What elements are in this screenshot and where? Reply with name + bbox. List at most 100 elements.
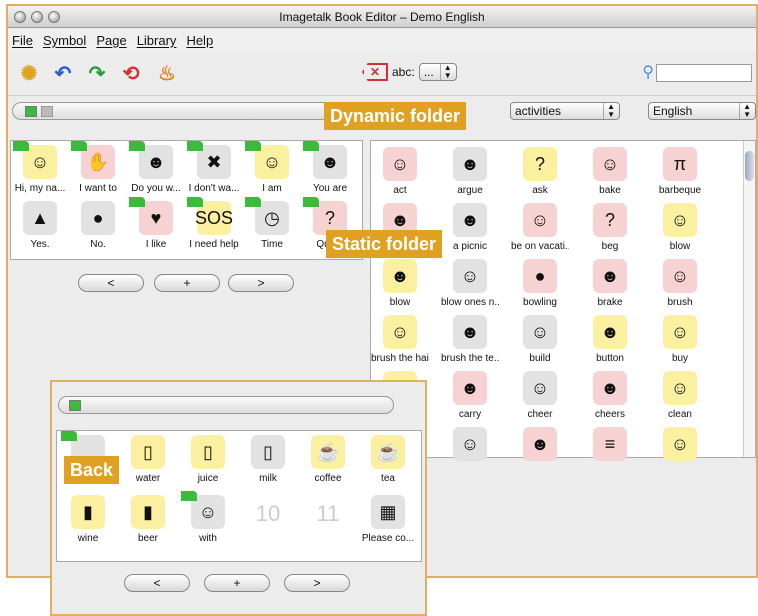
symbol-picture-icon: ☻	[593, 371, 627, 405]
symbol-cell[interactable]: ☻ blow	[371, 257, 429, 313]
symbol-cell[interactable]: ☻ carry	[441, 369, 499, 425]
prev-page-button[interactable]: <	[78, 274, 144, 292]
category-value: activities	[515, 104, 562, 118]
symbol-picture-icon: ☻	[453, 371, 487, 405]
symbol-cell[interactable]: ● bowling	[511, 257, 569, 313]
clear-text-icon[interactable]: ✕	[362, 63, 388, 81]
symbol-picture-icon: ◷	[245, 197, 289, 235]
symbol-cell[interactable]: ▯ juice	[179, 433, 237, 489]
symbol-cell[interactable]: ☺ I am	[243, 141, 301, 199]
symbol-cell[interactable]: ● No.	[69, 199, 127, 255]
symbol-cell[interactable]: ☺ brush	[651, 257, 709, 313]
popup-add-button[interactable]: +	[204, 574, 270, 592]
page-indicator-active[interactable]	[25, 106, 37, 117]
page-indicator-active[interactable]	[69, 400, 81, 411]
updown-arrows-icon: ▲ ▼	[439, 64, 452, 80]
symbol-label: cheers	[594, 409, 625, 420]
abc-select[interactable]: ... ▲ ▼	[418, 63, 457, 81]
symbol-cell[interactable]: ▯ milk	[239, 433, 297, 489]
symbol-label: Please co...	[361, 533, 415, 544]
symbol-picture-icon: ☺	[13, 141, 57, 179]
language-select[interactable]: English ▲ ▼	[648, 102, 756, 120]
dynamic-folder-callout: Dynamic folder	[324, 102, 467, 130]
symbol-cell[interactable]: ☺ clean	[651, 369, 709, 425]
symbol-cell[interactable]: ☺ Hi, my na...	[11, 141, 69, 199]
symbol-cell[interactable]: ? beg	[581, 201, 639, 257]
close-window-button[interactable]	[14, 11, 26, 23]
symbol-cell[interactable]: ☺ cheer	[511, 369, 569, 425]
next-page-button[interactable]: >	[228, 274, 294, 292]
symbol-cell[interactable]: ▮ wine	[59, 493, 117, 549]
symbol-cell[interactable]: ☻ argue	[441, 145, 499, 201]
menu-help[interactable]: Help	[186, 33, 213, 48]
symbol-cell[interactable]: ☻ cheers	[581, 369, 639, 425]
page-progress-bar[interactable]	[12, 102, 332, 120]
symbol-cell[interactable]: ☕ coffee	[299, 433, 357, 489]
symbol-cell[interactable]: ☻ button	[581, 313, 639, 369]
menu-library[interactable]: Library	[137, 33, 177, 48]
popup-next-button[interactable]: >	[284, 574, 350, 592]
search-icon: ⚲	[642, 64, 654, 81]
menu-page[interactable]: Page	[96, 33, 126, 48]
symbol-cell[interactable]: 11	[299, 493, 357, 549]
symbol-cell[interactable]: ▦ Please co...	[359, 493, 417, 549]
symbol-cell[interactable]: ✖ I don't wa...	[185, 141, 243, 199]
undo-icon[interactable]: ↶	[50, 60, 76, 86]
symbol-cell[interactable]: ☻ brake	[581, 257, 639, 313]
menu-file[interactable]: File	[12, 33, 33, 48]
scrollbar-thumb[interactable]	[745, 151, 754, 181]
symbol-cell[interactable]: ☻ Do you w...	[127, 141, 185, 199]
symbol-cell[interactable]: ♥ I like	[127, 197, 185, 255]
symbol-label: ask	[532, 185, 548, 196]
window-title: Imagetalk Book Editor – Demo English	[279, 10, 485, 24]
symbol-cell[interactable]: ▲ Yes.	[11, 199, 69, 255]
symbol-cell[interactable]: ✋ I want to	[69, 141, 127, 199]
zoom-window-button[interactable]	[48, 11, 60, 23]
library-scrollbar[interactable]	[743, 141, 755, 457]
symbol-cell[interactable]: ☺ be on vacati...	[511, 201, 569, 257]
symbol-cell[interactable]: ☕ tea	[359, 433, 417, 489]
redo-icon[interactable]: ↷	[84, 60, 110, 86]
symbol-cell[interactable]: ☺	[651, 425, 709, 481]
symbol-cell[interactable]: ≡	[581, 425, 639, 481]
page-indicator[interactable]	[41, 106, 53, 117]
symbol-cell[interactable]: ☺	[441, 425, 499, 481]
lightbulb-icon[interactable]: ✺	[16, 60, 42, 86]
symbol-picture-icon: ☺	[523, 315, 557, 349]
symbol-cell[interactable]: SOS I need help	[185, 197, 243, 255]
symbol-cell[interactable]: ☻ brush the te...	[441, 313, 499, 369]
symbol-cell[interactable]: 10	[239, 493, 297, 549]
minimize-window-button[interactable]	[31, 11, 43, 23]
symbol-cell[interactable]: ☺ bake	[581, 145, 639, 201]
category-select[interactable]: activities ▲ ▼	[510, 102, 620, 120]
symbol-picture-icon: ☻	[453, 147, 487, 181]
reload-icon[interactable]: ⟲	[118, 60, 144, 86]
symbol-cell[interactable]: ? ask	[511, 145, 569, 201]
symbol-cell[interactable]: ☺ blow ones n...	[441, 257, 499, 313]
symbol-picture-icon: ☻	[523, 427, 557, 461]
symbol-cell[interactable]: ☺ act	[371, 145, 429, 201]
symbol-cell[interactable]: ◷ Time	[243, 197, 301, 255]
steam-icon[interactable]: ♨	[154, 60, 180, 86]
popup-prev-button[interactable]: <	[124, 574, 190, 592]
add-page-button[interactable]: +	[154, 274, 220, 292]
symbol-cell[interactable]: ☺ buy	[651, 313, 709, 369]
symbol-cell[interactable]: ☺ blow	[651, 201, 709, 257]
symbol-cell[interactable]: ☻ a picnic	[441, 201, 499, 257]
symbol-cell[interactable]: ☺ build	[511, 313, 569, 369]
symbol-cell[interactable]: ☺ with	[179, 491, 237, 549]
symbol-cell[interactable]: ☺ brush the hair	[371, 313, 429, 369]
symbol-cell[interactable]: ▯ water	[119, 433, 177, 489]
symbol-cell[interactable]: ☻	[511, 425, 569, 481]
symbol-library-grid: ☺ act ☻ argue? ask ☺ bake π barbeque ☻ ☻ a picnic ☺ b…	[370, 140, 756, 461]
search-input[interactable]	[656, 64, 752, 82]
symbol-cell[interactable]: ▮ beer	[119, 493, 177, 549]
symbol-cell[interactable]: π barbeque	[651, 145, 709, 201]
popup-progress-bar[interactable]	[58, 396, 394, 414]
symbol-label: act	[393, 185, 407, 196]
symbol-cell[interactable]: ☻ You are	[301, 141, 359, 199]
symbol-label: water	[135, 473, 161, 484]
symbol-picture-icon: ☺	[523, 203, 557, 237]
menu-symbol[interactable]: Symbol	[43, 33, 86, 48]
folder-flag-icon	[13, 141, 29, 151]
